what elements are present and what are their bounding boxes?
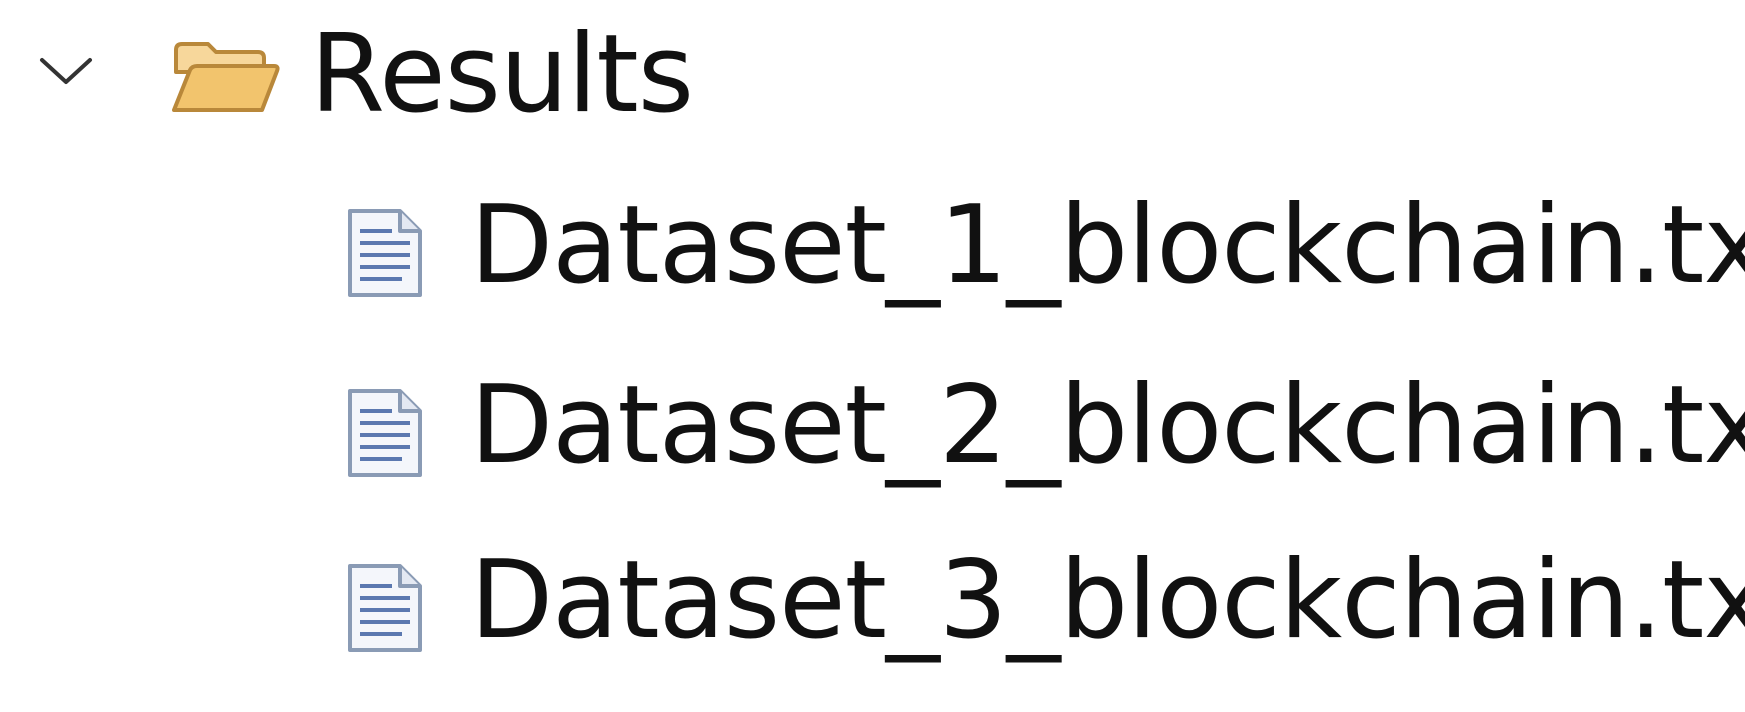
chevron-down-icon[interactable] [36, 52, 96, 92]
text-file-icon [348, 389, 422, 477]
text-file-icon [348, 564, 422, 652]
tree-item-label: Dataset_1_blockchain.txt [470, 183, 1745, 308]
project-tree: Results Dataset_1_blockchain.txt Dataset… [0, 0, 1745, 712]
text-file-icon [348, 209, 422, 297]
tree-item-label: Dataset_2_blockchain.txt [470, 363, 1745, 488]
tree-item-label: Results [310, 12, 694, 137]
folder-open-icon [172, 42, 280, 112]
tree-item-label: Dataset_3_blockchain.txt [470, 538, 1745, 663]
